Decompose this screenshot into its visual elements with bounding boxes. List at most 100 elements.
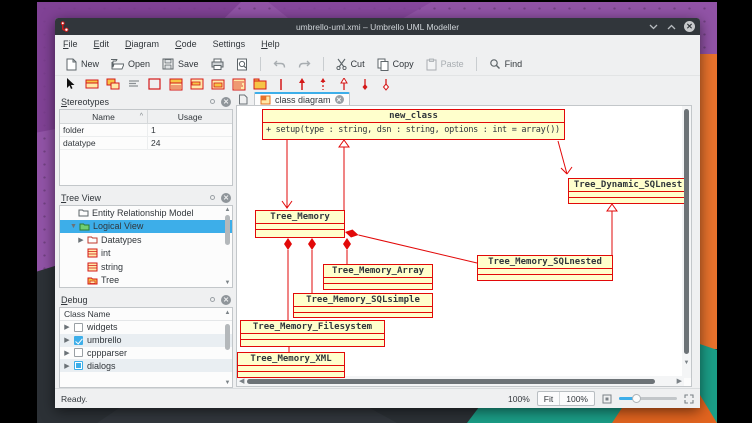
zoom-fit-page-icon[interactable] (602, 394, 612, 404)
close-panel-icon[interactable]: ✕ (221, 97, 231, 107)
menu-edit[interactable]: Edit (94, 39, 110, 49)
maximize-button[interactable] (666, 21, 677, 32)
text-tool[interactable] (126, 78, 141, 91)
chevron-right-icon[interactable]: ▶ (64, 362, 70, 370)
close-panel-icon[interactable]: ✕ (221, 193, 231, 203)
class-tool[interactable] (84, 78, 99, 91)
chevron-right-icon[interactable]: ▶ (64, 323, 70, 331)
float-panel-icon[interactable] (210, 297, 215, 302)
menu-code[interactable]: Code (175, 39, 197, 49)
open-button[interactable]: Open (107, 57, 154, 72)
save-button[interactable]: Save (158, 56, 203, 72)
scroll-down-icon[interactable]: ▼ (224, 380, 231, 386)
uml-class-tree-memory-array[interactable]: Tree_Memory_Array (323, 264, 433, 290)
scroll-up-icon[interactable]: ▲ (224, 207, 231, 213)
zoom-slider[interactable] (619, 393, 677, 405)
paste-button[interactable]: Paste (422, 56, 468, 73)
tree-item-string[interactable]: string (60, 260, 232, 274)
debug-row-cppparser[interactable]: ▶ cppparser (60, 347, 232, 360)
checkbox-checked-icon[interactable] (74, 336, 83, 345)
debug-column-header[interactable]: Class Name (60, 308, 232, 321)
uml-class-new-class[interactable]: new_class + setup(type : string, dsn : s… (262, 109, 565, 140)
menu-file[interactable]: File (63, 39, 78, 49)
chevron-right-icon[interactable]: ▶ (78, 236, 84, 244)
tree-view-panel-header[interactable]: Tree View ✕ (59, 190, 233, 205)
stereotypes-panel-header[interactable]: Stereotypes ✕ (59, 94, 233, 109)
new-button[interactable]: New (61, 56, 103, 73)
minimize-button[interactable] (648, 21, 659, 32)
debug-row-widgets[interactable]: ▶ widgets (60, 321, 232, 334)
uml-class-tree-memory-filesystem[interactable]: Tree_Memory_Filesystem (240, 320, 385, 347)
tree-item-entity-relationship-model[interactable]: Entity Relationship Model (60, 206, 232, 220)
close-button[interactable]: ✕ (684, 21, 695, 32)
scrollbar-thumb[interactable] (684, 109, 689, 354)
menu-settings[interactable]: Settings (213, 39, 246, 49)
print-preview-button[interactable] (232, 56, 252, 73)
scroll-up-icon[interactable]: ▲ (224, 310, 231, 316)
checkbox-partial-icon[interactable] (74, 361, 83, 370)
scrollbar-thumb[interactable] (247, 379, 655, 384)
chevron-right-icon[interactable]: ▶ (64, 349, 70, 357)
zoom-100-button[interactable]: 100% (560, 392, 594, 405)
object-tool[interactable] (105, 78, 120, 91)
tree-item-logical-view[interactable]: ▼ Logical View (60, 220, 232, 234)
menu-diagram[interactable]: Diagram (125, 39, 159, 49)
checkbox-unchecked-icon[interactable] (74, 348, 83, 357)
enum-tool[interactable] (231, 78, 246, 91)
float-panel-icon[interactable] (210, 195, 215, 200)
fit-button[interactable]: Fit (538, 392, 560, 405)
scrollbar-thumb[interactable] (225, 215, 230, 245)
generalization-tool[interactable] (336, 78, 351, 91)
cut-button[interactable]: Cut (332, 56, 369, 72)
tree-item-int[interactable]: int (60, 247, 232, 261)
scroll-down-icon[interactable]: ▼ (224, 280, 231, 286)
tab-class-diagram[interactable]: class diagram ✕ (254, 92, 350, 105)
diagram-canvas[interactable]: new_class + setup(type : string, dsn : s… (237, 106, 684, 378)
debug-row-dialogs[interactable]: ▶ dialogs (60, 359, 232, 372)
tab-close-icon[interactable]: ✕ (335, 95, 344, 104)
chevron-right-icon[interactable]: ▶ (64, 336, 70, 344)
uml-class-tree-memory-sqlsimple[interactable]: Tree_Memory_SQLsimple (293, 293, 433, 318)
print-button[interactable] (207, 56, 228, 72)
float-panel-icon[interactable] (210, 99, 215, 104)
uml-class-tree-memory[interactable]: Tree_Memory (255, 210, 345, 238)
scroll-down-icon[interactable]: ▼ (683, 360, 690, 366)
copy-button[interactable]: Copy (373, 56, 418, 73)
debug-row-umbrello[interactable]: ▶ umbrello (60, 334, 232, 347)
chevron-down-icon[interactable]: ▼ (70, 223, 76, 230)
aggregation-tool[interactable] (357, 78, 372, 91)
undo-button[interactable] (269, 57, 290, 72)
find-button[interactable]: Find (485, 56, 527, 72)
close-panel-icon[interactable]: ✕ (221, 295, 231, 305)
titlebar[interactable]: umbrello-uml.xmi – Umbrello UML Modeller… (55, 18, 700, 35)
select-tool[interactable] (63, 78, 78, 91)
association-tool[interactable] (273, 78, 288, 91)
directed-association-tool[interactable] (294, 78, 309, 91)
uml-class-tree-memory-xml[interactable]: Tree_Memory_XML (237, 352, 345, 378)
fullscreen-icon[interactable] (684, 394, 694, 404)
box-tool[interactable] (147, 78, 162, 91)
uml-class-tree-dynamic-sqlnest[interactable]: Tree_Dynamic_SQLnest (568, 178, 684, 204)
scrollbar-thumb[interactable] (225, 324, 230, 350)
package-tool[interactable] (252, 78, 267, 91)
datatype-tool[interactable] (210, 78, 225, 91)
tree-view-scrollbar[interactable]: ▲ ▼ (224, 207, 231, 286)
table-row[interactable]: folder 1 (60, 124, 232, 137)
dependency-tool[interactable] (315, 78, 330, 91)
checkbox-unchecked-icon[interactable] (74, 323, 83, 332)
tree-item-datatypes[interactable]: ▶ Datatypes (60, 233, 232, 247)
debug-panel-header[interactable]: Debug ✕ (59, 292, 233, 307)
slider-handle[interactable] (632, 394, 641, 403)
class-abc-tool[interactable] (168, 78, 183, 91)
debug-scrollbar[interactable]: ▲ ▼ (224, 322, 231, 377)
table-row[interactable]: datatype 24 (60, 137, 232, 150)
uml-class-tree-memory-sqlnested[interactable]: Tree_Memory_SQLnested (477, 255, 613, 281)
debug-panel: Class Name ▶ widgets ▶ umbrello ▶ cpppar… (59, 307, 233, 388)
stereotypes-table-header[interactable]: Name^ Usage (60, 110, 232, 124)
new-tab-button[interactable] (236, 93, 250, 105)
composition-tool[interactable] (378, 78, 393, 91)
interface-tool[interactable] (189, 78, 204, 91)
tree-item-tree[interactable]: Tree (60, 274, 232, 288)
menu-help[interactable]: Help (261, 39, 280, 49)
redo-button[interactable] (294, 57, 315, 72)
